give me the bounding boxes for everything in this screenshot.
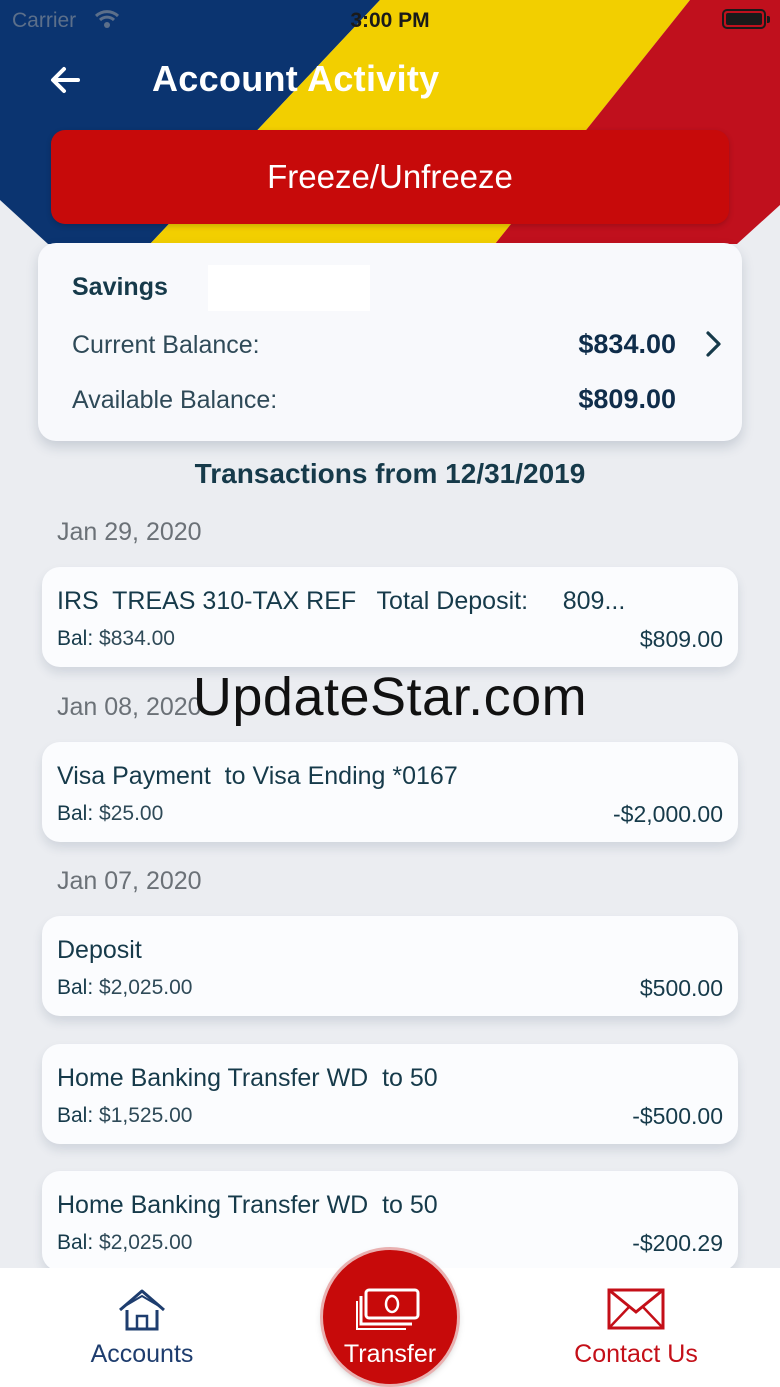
transfer-label: Transfer — [343, 1340, 437, 1368]
available-balance-value: $809.00 — [578, 384, 676, 414]
transaction-row[interactable]: IRS TREAS 310-TAX REF Total Deposit: 809… — [42, 567, 738, 667]
account-summary-card[interactable]: Savings Current Balance: $834.00 Availab… — [38, 243, 742, 441]
transaction-description: Home Banking Transfer WD to 50 — [57, 1064, 438, 1092]
current-balance-value: $834.00 — [578, 329, 676, 359]
balance-label: Bal: — [57, 1231, 94, 1254]
battery-icon — [722, 9, 770, 29]
transaction-amount: -$500.00 — [632, 1103, 723, 1129]
mail-icon — [607, 1288, 665, 1330]
watermark: UpdateStar.com — [192, 667, 588, 727]
tab-accounts-label: Accounts — [90, 1340, 194, 1368]
transaction-description: Visa Payment to Visa Ending *0167 — [57, 762, 458, 790]
balance-label: Bal: — [57, 627, 94, 650]
tab-contact-us[interactable]: Contact Us — [556, 1268, 716, 1387]
page-title: Account Activity — [152, 58, 440, 99]
balance-value: $1,525.00 — [99, 1104, 193, 1127]
tab-accounts[interactable]: Accounts — [62, 1268, 222, 1387]
available-balance-label: Available Balance: — [72, 386, 278, 414]
account-name: Savings — [72, 273, 168, 301]
transaction-row[interactable]: Visa Payment to Visa Ending *0167 Bal: $… — [42, 742, 738, 842]
home-icon — [119, 1289, 165, 1331]
freeze-unfreeze-button[interactable]: Freeze/Unfreeze — [51, 130, 729, 224]
transaction-balance: Bal: $834.00 — [57, 627, 175, 651]
balance-label: Bal: — [57, 976, 94, 999]
transaction-description: Deposit — [57, 936, 142, 964]
transaction-amount: $809.00 — [639, 626, 723, 652]
account-number-mask — [208, 265, 370, 311]
transaction-description: IRS TREAS 310-TAX REF Total Deposit: 809… — [57, 587, 626, 615]
transaction-balance: Bal: $2,025.00 — [57, 976, 192, 1000]
status-bar: Carrier 3:00 PM — [0, 0, 780, 40]
clock: 3:00 PM — [350, 9, 430, 32]
transaction-balance: Bal: $2,025.00 — [57, 1231, 192, 1255]
transaction-row[interactable]: Deposit Bal: $2,025.00 $500.00 — [42, 916, 738, 1016]
transaction-amount: $500.00 — [639, 975, 723, 1001]
transfer-button[interactable]: Transfer — [323, 1250, 457, 1384]
transaction-amount: -$200.29 — [632, 1230, 723, 1256]
money-icon — [356, 1288, 420, 1330]
chevron-right-icon[interactable] — [700, 329, 728, 359]
balance-label: Bal: — [57, 1104, 94, 1127]
transaction-amount: -$2,000.00 — [613, 801, 723, 827]
current-balance-label: Current Balance: — [72, 331, 260, 359]
date-header: Jan 29, 2020 — [57, 518, 202, 546]
transactions-header: Transactions from 12/31/2019 — [194, 458, 586, 489]
balance-value: $2,025.00 — [99, 1231, 193, 1254]
transaction-row[interactable]: Home Banking Transfer WD to 50 Bal: $1,5… — [42, 1044, 738, 1144]
balance-value: $25.00 — [99, 802, 164, 825]
tab-contact-label: Contact Us — [574, 1340, 698, 1368]
balance-value: $2,025.00 — [99, 976, 193, 999]
balance-value: $834.00 — [99, 627, 175, 650]
transaction-balance: Bal: $1,525.00 — [57, 1104, 192, 1128]
back-arrow-icon[interactable] — [46, 60, 86, 100]
transaction-balance: Bal: $25.00 — [57, 802, 163, 826]
balance-label: Bal: — [57, 802, 94, 825]
date-header: Jan 07, 2020 — [57, 867, 202, 895]
transaction-description: Home Banking Transfer WD to 50 — [57, 1191, 438, 1219]
